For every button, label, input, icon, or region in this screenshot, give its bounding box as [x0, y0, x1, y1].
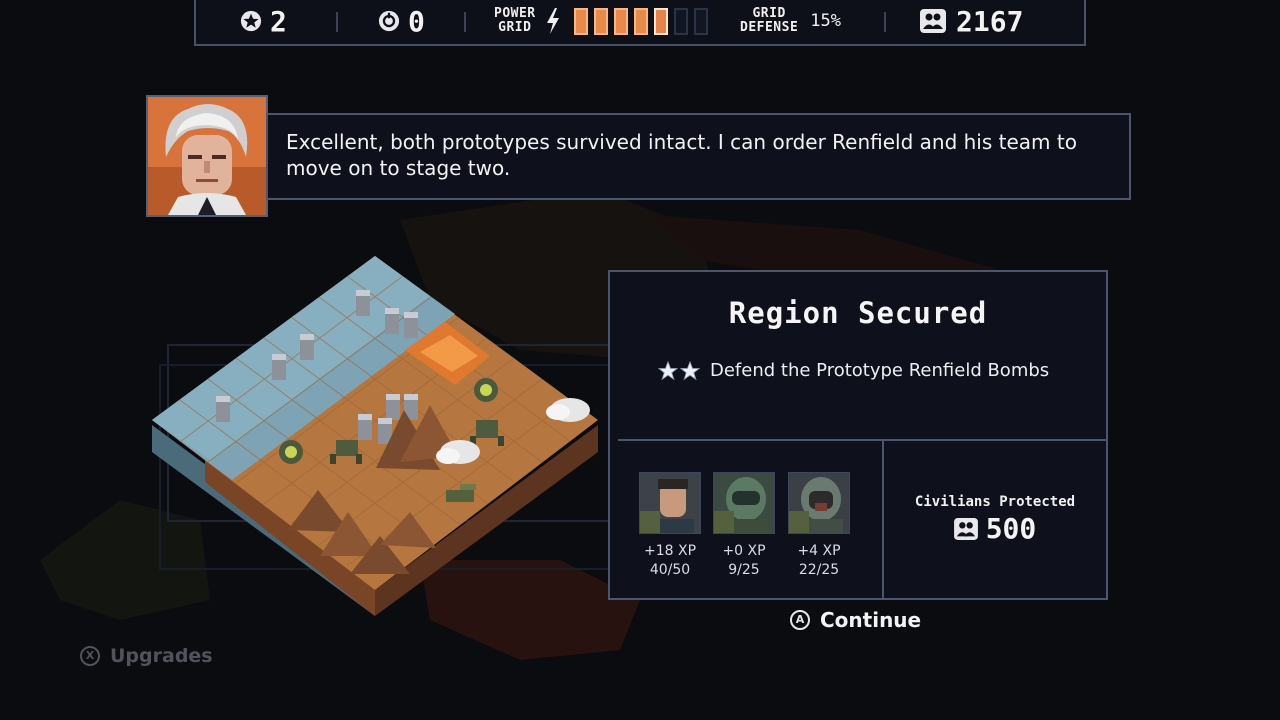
upgrades-label: Upgrades	[110, 645, 213, 667]
pilot-xp-progress: 9/25	[728, 562, 760, 578]
civilians-protected: Civilians Protected 500	[884, 494, 1106, 545]
civilians-value: 500	[985, 512, 1037, 545]
pilot-card: +18 XP 40/50	[639, 472, 701, 580]
building	[300, 334, 314, 360]
star-icon	[658, 360, 678, 380]
pilot-xp-progress: 40/50	[649, 562, 691, 578]
continue-button[interactable]: A Continue	[790, 608, 921, 632]
pilot-portrait	[788, 472, 850, 534]
pilot-portrait	[639, 472, 701, 534]
upgrades-button[interactable]: X Upgrades	[80, 645, 213, 667]
building	[216, 396, 230, 422]
pilot-card: +4 XP 22/25	[788, 472, 850, 580]
objective-row: Defend the Prototype Renfield Bombs	[658, 360, 1049, 381]
pilot-xp-gain: +18 XP	[643, 543, 697, 559]
building	[356, 290, 370, 316]
pilot-portrait	[713, 472, 775, 534]
continue-label: Continue	[820, 608, 922, 632]
results-title: Region Secured	[728, 296, 988, 330]
a-button-icon: A	[790, 610, 810, 630]
mech-unit	[474, 378, 498, 402]
x-button-icon: X	[80, 646, 100, 666]
building	[272, 354, 286, 380]
star-icon	[680, 360, 700, 380]
pilot-xp-gain: +0 XP	[722, 543, 766, 559]
panel-divider	[618, 439, 1106, 441]
region-results-panel: Region Secured Defend the Prototype Renf…	[608, 270, 1108, 600]
pilot-xp-progress: 22/25	[798, 562, 840, 578]
pilot-card: +0 XP 9/25	[713, 472, 775, 580]
mech-unit	[279, 440, 303, 464]
pilot-xp-gain: +4 XP	[797, 543, 841, 559]
civilians-label: Civilians Protected	[914, 494, 1076, 510]
objective-text: Defend the Prototype Renfield Bombs	[710, 360, 1050, 381]
population-icon	[953, 517, 978, 540]
